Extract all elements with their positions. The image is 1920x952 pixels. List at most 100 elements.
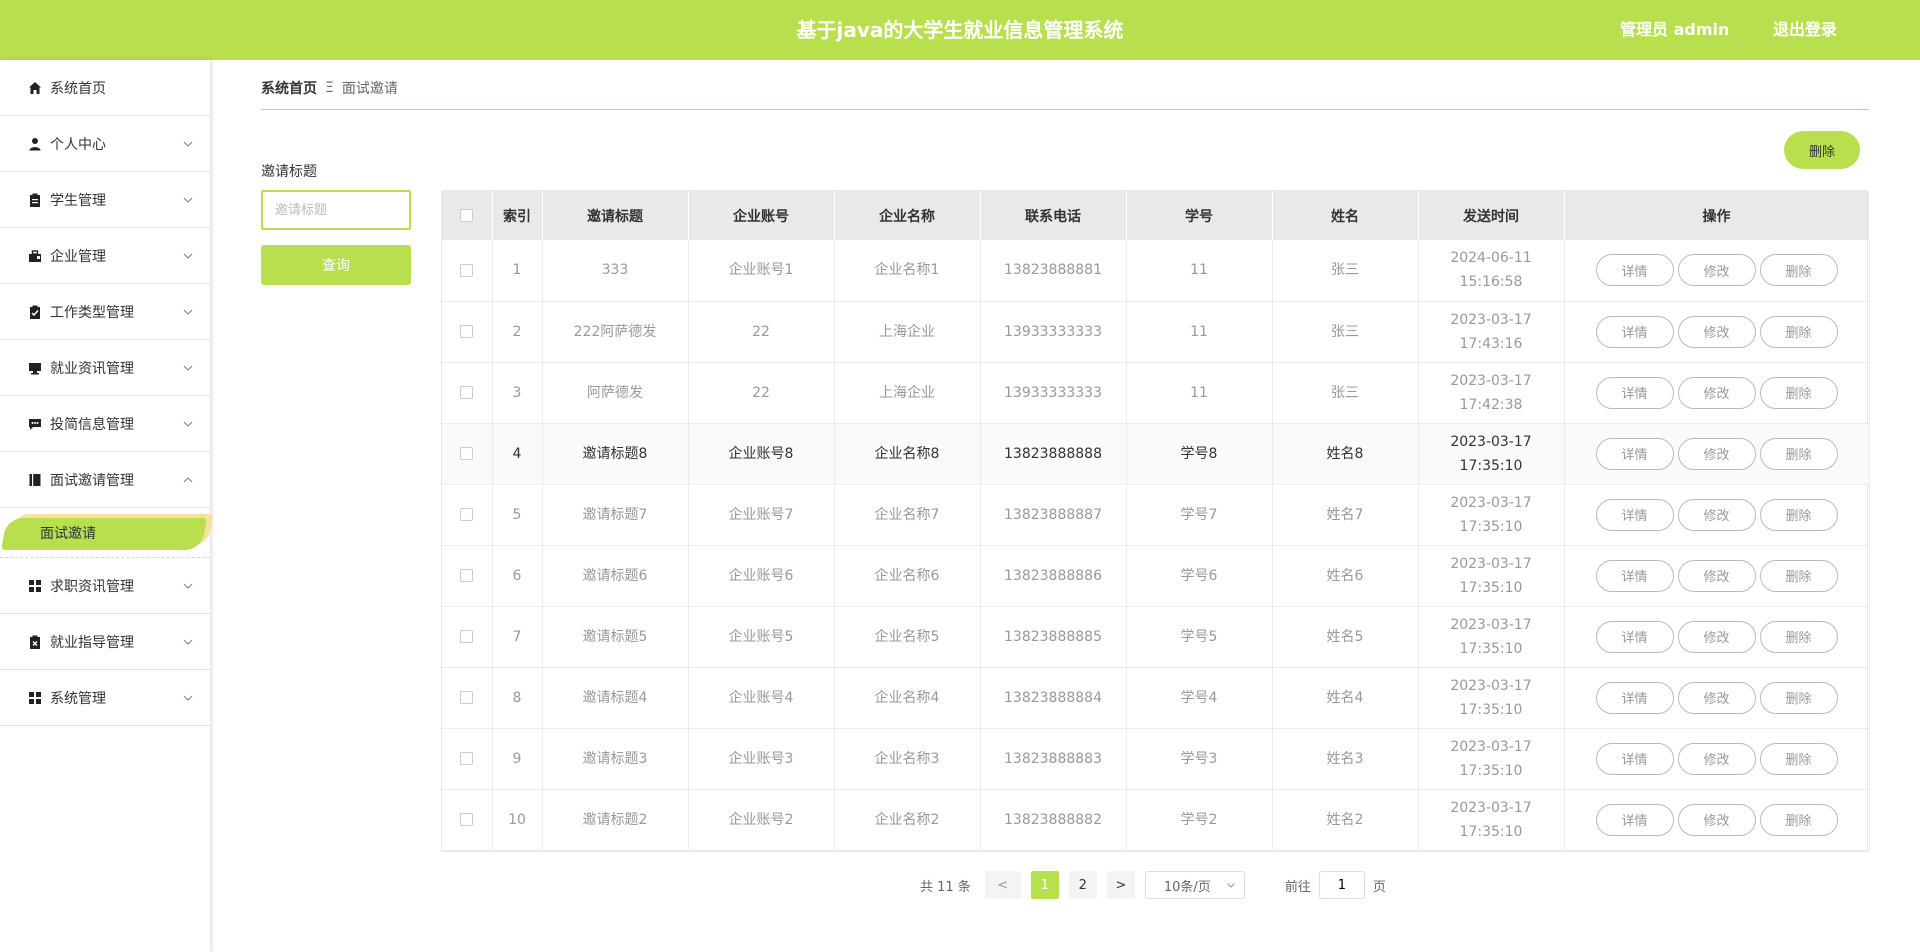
cell-sent-time: 2023-03-17 17:35:10	[1418, 545, 1565, 607]
logout-link[interactable]: 退出登录	[1773, 0, 1837, 60]
cell-student-name: 姓名8	[1272, 423, 1419, 485]
sidebar-item-companies[interactable]: 企业管理	[0, 228, 210, 284]
edit-button[interactable]: 修改	[1677, 742, 1756, 775]
edit-button[interactable]: 修改	[1677, 681, 1756, 714]
next-page-button[interactable]: >	[1106, 871, 1135, 899]
column-header: 联系电话	[980, 191, 1127, 240]
sidebar-item-employment-news[interactable]: 就业资讯管理	[0, 340, 210, 396]
page-1-button[interactable]: 1	[1030, 871, 1059, 899]
cell-student-id: 11	[1126, 301, 1273, 363]
row-actions: 详情 修改 删除	[1564, 484, 1870, 546]
detail-button[interactable]: 详情	[1595, 376, 1674, 409]
sidebar-item-resume-submissions[interactable]: 投简信息管理	[0, 396, 210, 452]
sidebar-item-label: 学生管理	[50, 192, 106, 209]
cell-contact-phone: 13823888886	[980, 545, 1127, 607]
edit-button[interactable]: 修改	[1677, 437, 1756, 470]
page-size-select[interactable]: 10条/页	[1144, 871, 1245, 899]
breadcrumb-home[interactable]: 系统首页	[261, 78, 317, 98]
sidebar-item-interview-invites[interactable]: 面试邀请管理	[0, 452, 210, 508]
detail-button[interactable]: 详情	[1595, 742, 1674, 775]
row-checkbox[interactable]	[460, 813, 474, 826]
delete-button[interactable]: 删除	[1759, 254, 1838, 287]
detail-button[interactable]: 详情	[1595, 437, 1674, 470]
delete-button[interactable]: 删除	[1759, 681, 1838, 714]
submenu-item-interview-invite[interactable]: 面试邀请	[40, 518, 96, 550]
sidebar-item-job-types[interactable]: 工作类型管理	[0, 284, 210, 340]
delete-button[interactable]: 删除	[1759, 315, 1838, 348]
row-actions: 详情 修改 删除	[1564, 362, 1870, 424]
row-select-cell	[442, 240, 493, 302]
cell-row-index: 4	[492, 423, 543, 485]
sidebar-item-system[interactable]: 系统管理	[0, 670, 210, 726]
row-checkbox[interactable]	[460, 691, 474, 704]
detail-button[interactable]: 详情	[1595, 254, 1674, 287]
delete-button[interactable]: 删除	[1759, 498, 1838, 531]
row-checkbox[interactable]	[460, 630, 474, 643]
cell-sent-time: 2023-03-17 17:35:10	[1418, 789, 1565, 851]
cell-company-account: 企业账号6	[688, 545, 835, 607]
book-icon	[28, 473, 42, 487]
bulk-delete-button[interactable]: 删除	[1784, 131, 1860, 169]
cell-contact-phone: 13823888884	[980, 667, 1127, 729]
row-checkbox[interactable]	[460, 569, 474, 582]
edit-button[interactable]: 修改	[1677, 376, 1756, 409]
row-checkbox[interactable]	[460, 263, 474, 277]
title-search-input[interactable]	[261, 190, 411, 230]
edit-button[interactable]: 修改	[1677, 498, 1756, 531]
cell-student-id: 学号8	[1126, 423, 1273, 485]
delete-button[interactable]: 删除	[1759, 742, 1838, 775]
cell-invite-title: 邀请标题2	[542, 789, 689, 851]
chevron-down-icon	[1226, 883, 1235, 888]
edit-button[interactable]: 修改	[1677, 803, 1756, 836]
detail-button[interactable]: 详情	[1595, 559, 1674, 592]
sidebar-item-students[interactable]: 学生管理	[0, 172, 210, 228]
detail-button[interactable]: 详情	[1595, 498, 1674, 531]
query-button[interactable]: 查询	[261, 245, 411, 285]
sidebar-item-home[interactable]: 系统首页	[0, 60, 210, 116]
cell-invite-title: 邀请标题7	[542, 484, 689, 546]
grid-icon	[28, 691, 42, 705]
edit-button[interactable]: 修改	[1677, 254, 1756, 287]
edit-button[interactable]: 修改	[1677, 559, 1756, 592]
sidebar-item-career-guidance[interactable]: 就业指导管理	[0, 614, 210, 670]
cell-contact-phone: 13823888883	[980, 728, 1127, 790]
briefcase-icon	[28, 249, 42, 263]
edit-button[interactable]: 修改	[1677, 620, 1756, 653]
detail-button[interactable]: 详情	[1595, 315, 1674, 348]
chevron-down-icon	[183, 253, 193, 259]
row-checkbox[interactable]	[460, 386, 474, 399]
cell-invite-title: 333	[542, 240, 689, 302]
cell-company-account: 企业账号5	[688, 606, 835, 668]
chevron-down-icon	[183, 141, 193, 147]
goto-page-input[interactable]	[1318, 871, 1365, 899]
row-select-cell	[442, 789, 493, 851]
delete-button[interactable]: 删除	[1759, 559, 1838, 592]
sidebar-item-personal[interactable]: 个人中心	[0, 116, 210, 172]
table-header-row: 索引 邀请标题 企业账号 企业名称 联系电话 学号 姓名 发送时间 操作	[442, 191, 1870, 240]
delete-button[interactable]: 删除	[1759, 803, 1838, 836]
detail-button[interactable]: 详情	[1595, 681, 1674, 714]
cell-invite-title: 邀请标题6	[542, 545, 689, 607]
prev-page-button[interactable]: <	[984, 871, 1021, 899]
page-2-button[interactable]: 2	[1068, 871, 1097, 899]
detail-button[interactable]: 详情	[1595, 803, 1674, 836]
sidebar-item-job-seeking-news[interactable]: 求职资讯管理	[0, 558, 210, 614]
row-checkbox[interactable]	[460, 447, 474, 460]
pagination: 共 11 条 < 1 2 > 10条/页 前往 页	[920, 871, 1386, 899]
row-checkbox[interactable]	[460, 752, 474, 765]
row-checkbox[interactable]	[460, 325, 474, 338]
select-all-checkbox[interactable]	[460, 209, 474, 222]
page-size-value: 10条/页	[1163, 879, 1211, 895]
delete-button[interactable]: 删除	[1759, 376, 1838, 409]
cell-student-id: 11	[1126, 362, 1273, 424]
sidebar: 系统首页 个人中心 学生管理 企业管理 工作类型管理 就业资讯管理 投简信息管理…	[0, 60, 210, 952]
edit-button[interactable]: 修改	[1677, 315, 1756, 348]
delete-button[interactable]: 删除	[1759, 620, 1838, 653]
cell-student-name: 姓名7	[1272, 484, 1419, 546]
cell-row-index: 2	[492, 301, 543, 363]
cell-row-index: 6	[492, 545, 543, 607]
row-checkbox[interactable]	[460, 508, 474, 521]
delete-button[interactable]: 删除	[1759, 437, 1838, 470]
cell-sent-time: 2024-06-11 15:16:58	[1418, 240, 1565, 302]
detail-button[interactable]: 详情	[1595, 620, 1674, 653]
